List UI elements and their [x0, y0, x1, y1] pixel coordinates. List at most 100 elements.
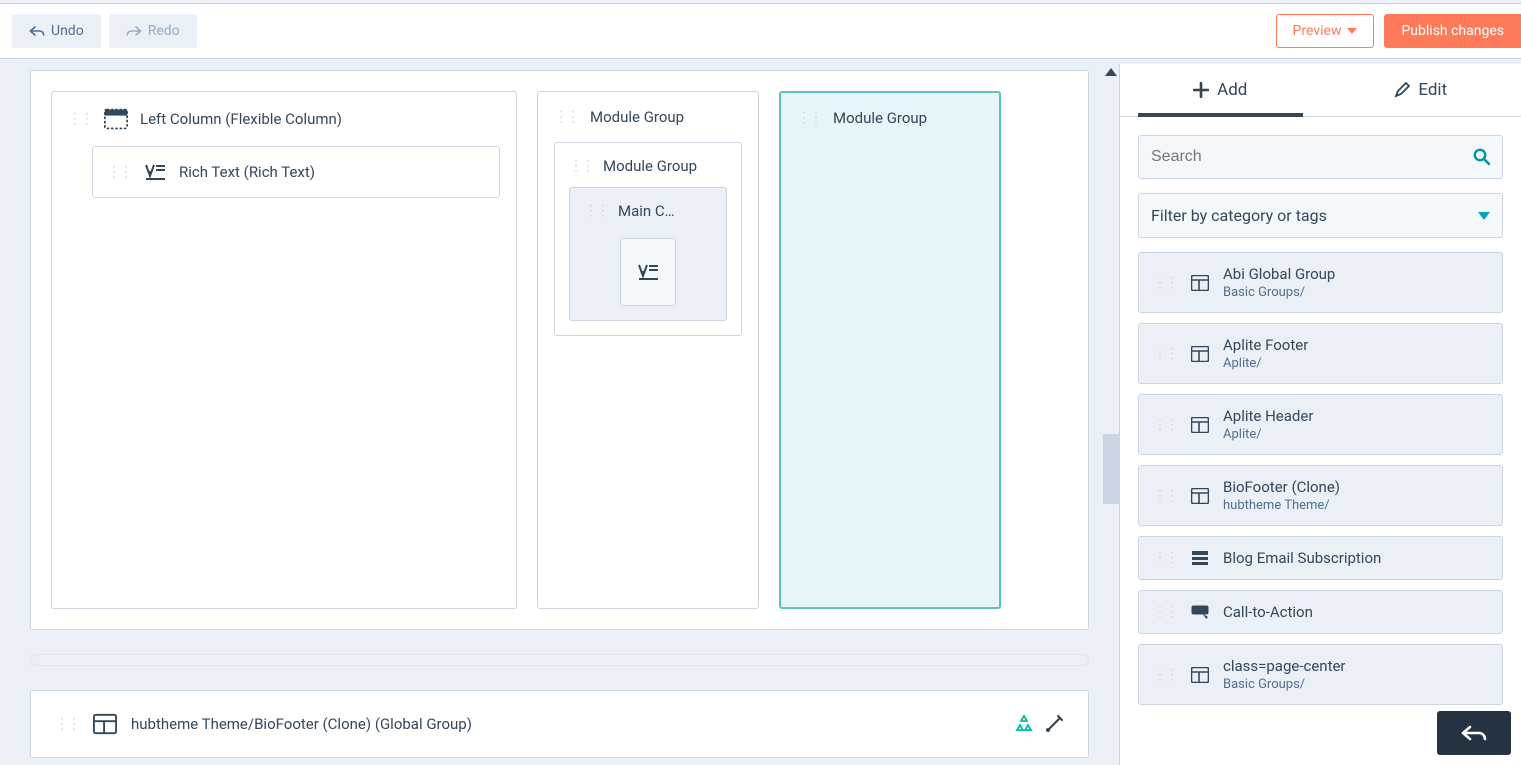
canvas[interactable]: ⋮⋮ Left Column (Flexible Column) ⋮⋮ Rich… [0, 64, 1119, 765]
module-list-item[interactable]: ⋮⋮ Blog Email Subscription [1138, 536, 1503, 580]
search-wrap [1138, 135, 1503, 179]
canvas-scrollbar-thumb[interactable] [1103, 434, 1119, 504]
drag-handle-icon[interactable]: ⋮⋮ [68, 111, 92, 127]
toolbar-left: Undo Redo [12, 14, 197, 48]
revert-fab[interactable] [1437, 711, 1511, 755]
tools-icon[interactable] [1044, 714, 1064, 734]
drag-handle-icon[interactable]: ⋮⋮ [107, 164, 131, 180]
module-name: Call-to-Action [1223, 603, 1313, 621]
cta-icon [1191, 605, 1209, 619]
feed-icon [1191, 550, 1209, 566]
module-path: Aplite/ [1223, 427, 1313, 442]
layout-icon [1191, 275, 1209, 291]
module-list-item[interactable]: ⋮⋮ Abi Global Group Basic Groups/ [1138, 252, 1503, 313]
module-path: Basic Groups/ [1223, 677, 1346, 692]
preview-button[interactable]: Preview [1276, 14, 1375, 48]
drag-handle-icon[interactable]: ⋮⋮ [1153, 667, 1177, 683]
panel-body: Filter by category or tags ⋮⋮ Abi Global… [1120, 117, 1521, 765]
tab-add[interactable]: Add [1120, 64, 1321, 116]
footer-module-label: hubtheme Theme/BioFooter (Clone) (Global… [131, 715, 1000, 733]
right-panel: Add Edit Filter by category or tags [1119, 64, 1521, 765]
rich-text-tile[interactable] [620, 238, 676, 306]
drag-handle-icon[interactable]: ⋮⋮ [1153, 275, 1177, 291]
drag-handle-icon[interactable]: ⋮⋮ [569, 158, 593, 174]
drag-handle-icon[interactable]: ⋮⋮ [584, 203, 608, 219]
module-group-header: ⋮⋮ Module Group [554, 108, 742, 126]
module-group-label: Module Group [590, 108, 684, 126]
tab-edit-label: Edit [1418, 80, 1447, 100]
layout-icon [1191, 488, 1209, 504]
filter-label: Filter by category or tags [1151, 206, 1327, 225]
undo-icon [29, 25, 45, 37]
module-group-header: ⋮⋮ Module Group [797, 109, 983, 127]
panel-tabs: Add Edit [1120, 64, 1521, 117]
module-name: Aplite Footer [1223, 336, 1308, 354]
section-divider [30, 654, 1089, 666]
module-group-label: Module Group [833, 109, 927, 127]
layout-icon [1191, 667, 1209, 683]
redo-button: Redo [109, 14, 197, 48]
module-name: Blog Email Subscription [1223, 549, 1381, 567]
footer-card-actions [1014, 714, 1064, 734]
recycle-icon[interactable] [1014, 714, 1034, 734]
module-list-item[interactable]: ⋮⋮ Aplite Footer Aplite/ [1138, 323, 1503, 384]
drag-handle-icon[interactable]: ⋮⋮ [797, 110, 821, 126]
filter-select[interactable]: Filter by category or tags [1138, 193, 1503, 238]
module-group-selected[interactable]: ⋮⋮ Module Group [779, 91, 1001, 609]
drag-handle-icon[interactable]: ⋮⋮ [554, 109, 578, 125]
caret-down-icon [1347, 28, 1357, 34]
inner-module-group-label: Module Group [603, 157, 697, 175]
left-column-card[interactable]: ⋮⋮ Left Column (Flexible Column) ⋮⋮ Rich… [51, 91, 517, 609]
module-list-item[interactable]: ⋮⋮ BioFooter (Clone) hubtheme Theme/ [1138, 465, 1503, 526]
module-name: Abi Global Group [1223, 265, 1335, 283]
drag-handle-icon[interactable]: ⋮⋮ [1153, 346, 1177, 362]
publish-button[interactable]: Publish changes [1384, 14, 1521, 48]
column-row: ⋮⋮ Left Column (Flexible Column) ⋮⋮ Rich… [30, 70, 1089, 630]
preview-label: Preview [1293, 23, 1342, 39]
search-input[interactable] [1138, 135, 1503, 179]
drag-handle-icon[interactable]: ⋮⋮ [1153, 604, 1177, 620]
drag-handle-icon[interactable]: ⋮⋮ [1153, 488, 1177, 504]
footer-module-card[interactable]: ⋮⋮ hubtheme Theme/BioFooter (Clone) (Glo… [30, 690, 1089, 758]
rich-text-icon [143, 161, 167, 183]
left-column-label: Left Column (Flexible Column) [140, 110, 342, 128]
scroll-up-indicator[interactable] [1105, 68, 1117, 76]
undo-icon [1461, 724, 1487, 742]
flexible-column-icon [104, 108, 128, 130]
search-icon [1473, 148, 1491, 166]
undo-button[interactable]: Undo [12, 14, 101, 48]
module-list-item[interactable]: ⋮⋮ Call-to-Action [1138, 590, 1503, 634]
module-name: Aplite Header [1223, 407, 1313, 425]
drag-handle-icon[interactable]: ⋮⋮ [1153, 550, 1177, 566]
toolbar-right: Preview Publish changes [1276, 14, 1521, 48]
main-content-slot[interactable]: ⋮⋮ Main C… [569, 187, 727, 321]
module-list-item[interactable]: ⋮⋮ class=page-center Basic Groups/ [1138, 644, 1503, 705]
tab-add-label: Add [1217, 80, 1247, 100]
tab-edit[interactable]: Edit [1321, 64, 1521, 116]
toolbar: Undo Redo Preview Publish changes [0, 4, 1521, 59]
caret-down-icon [1478, 212, 1490, 220]
drag-handle-icon[interactable]: ⋮⋮ [55, 716, 79, 732]
module-name: class=page-center [1223, 657, 1346, 675]
module-name: BioFooter (Clone) [1223, 478, 1340, 496]
module-list-item[interactable]: ⋮⋮ Aplite Header Aplite/ [1138, 394, 1503, 455]
layout-icon [1191, 417, 1209, 433]
module-path: hubtheme Theme/ [1223, 498, 1340, 513]
rich-text-label: Rich Text (Rich Text) [179, 163, 315, 181]
layout-icon [93, 713, 117, 735]
workspace: ⋮⋮ Left Column (Flexible Column) ⋮⋮ Rich… [0, 64, 1521, 765]
redo-icon [126, 25, 142, 37]
module-group-card[interactable]: ⋮⋮ Module Group ⋮⋮ Module Group ⋮⋮ Main … [537, 91, 759, 609]
module-path: Basic Groups/ [1223, 285, 1335, 300]
inner-module-group[interactable]: ⋮⋮ Module Group ⋮⋮ Main C… [554, 142, 742, 336]
pencil-icon [1394, 82, 1410, 98]
module-path: Aplite/ [1223, 356, 1308, 371]
left-column-header: ⋮⋮ Left Column (Flexible Column) [68, 108, 500, 130]
publish-label: Publish changes [1401, 23, 1504, 39]
rich-text-module[interactable]: ⋮⋮ Rich Text (Rich Text) [92, 146, 500, 198]
plus-icon [1193, 82, 1209, 98]
redo-label: Redo [148, 23, 180, 39]
main-content-label: Main C… [618, 202, 675, 220]
drag-handle-icon[interactable]: ⋮⋮ [1153, 417, 1177, 433]
layout-icon [1191, 346, 1209, 362]
